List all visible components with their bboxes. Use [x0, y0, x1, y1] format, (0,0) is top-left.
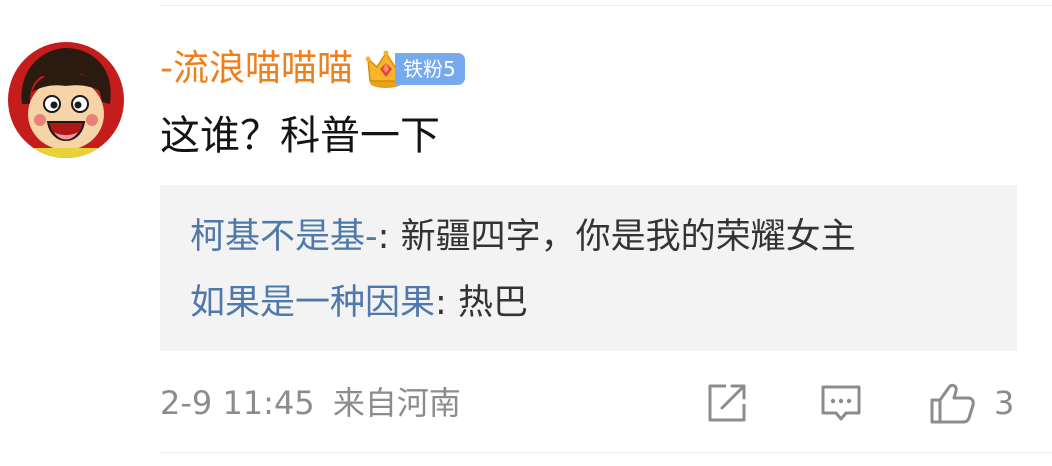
reply-author[interactable]: 柯基不是基- [190, 217, 378, 257]
like-button[interactable]: 3 [928, 380, 1014, 426]
avatar[interactable] [8, 42, 124, 158]
reply-author[interactable]: 如果是一种因果 [190, 283, 435, 323]
comment-text: 这谁？科普一下 [160, 113, 440, 159]
reply-separator: : [435, 283, 458, 323]
reply-item[interactable]: 柯基不是基-: 新疆四字，你是我的荣耀女主 [190, 212, 856, 262]
reply-text: 新疆四字，你是我的荣耀女主 [400, 217, 856, 257]
username-row: -流浪喵喵喵 铁粉5 [160, 44, 465, 94]
thumbs-up-icon [930, 383, 975, 424]
comment-icon[interactable] [818, 380, 864, 426]
comment-meta: 2-9 11:45 来自河南 [160, 380, 461, 426]
bottom-divider [160, 452, 1052, 453]
share-icon[interactable] [704, 380, 750, 426]
comment-card: -流浪喵喵喵 铁粉5 这谁？科普一下 柯基不是基-: 新疆四字，你是我的荣耀女主… [0, 0, 1052, 466]
reply-separator: : [377, 217, 401, 257]
username[interactable]: -流浪喵喵喵 [160, 44, 353, 94]
timestamp: 2-9 11:45 [160, 384, 315, 422]
fan-badge-label: 铁粉5 [395, 53, 465, 85]
reply-text: 热巴 [457, 283, 528, 323]
top-divider [160, 5, 1052, 6]
reply-item[interactable]: 如果是一种因果: 热巴 [190, 278, 528, 328]
location: 来自河南 [332, 384, 461, 422]
like-count: 3 [994, 384, 1015, 422]
fan-badge[interactable]: 铁粉5 [365, 49, 465, 89]
